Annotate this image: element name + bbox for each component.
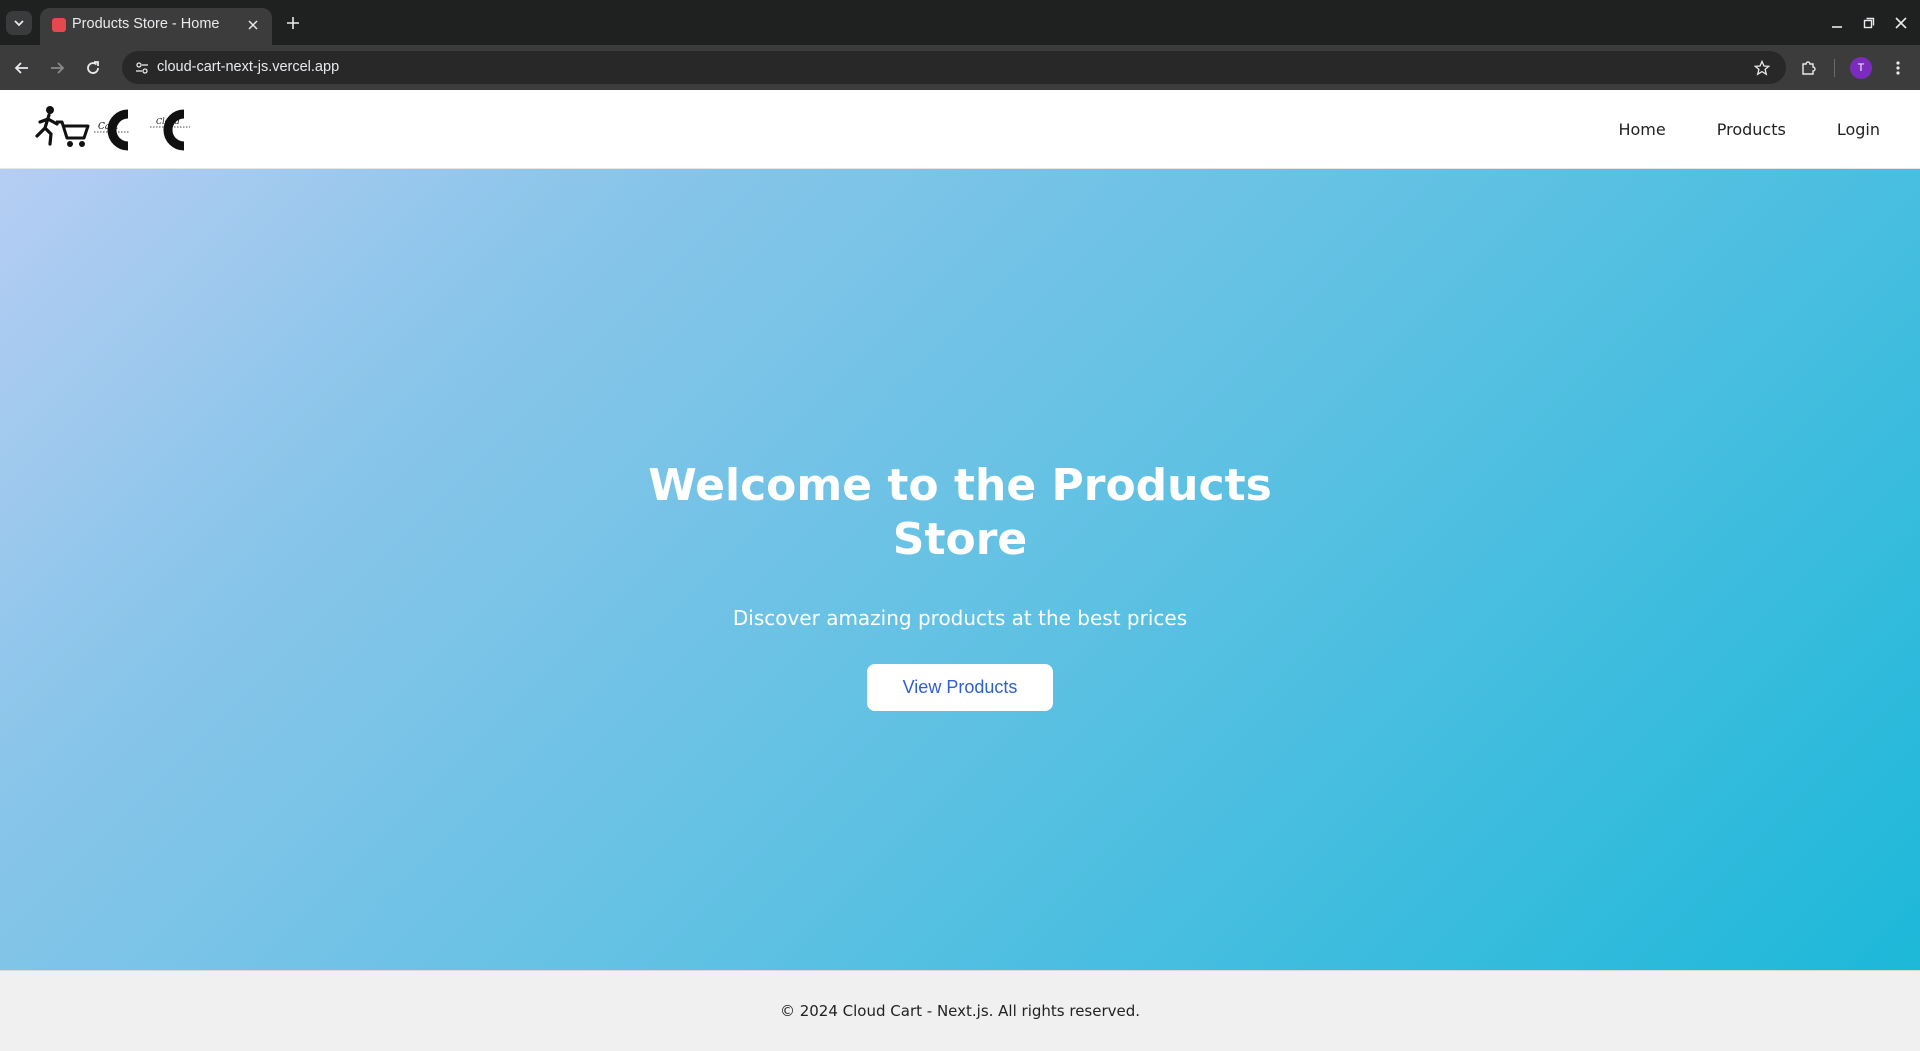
hero-title: Welcome to the Products Store <box>560 459 1360 567</box>
star-icon <box>1754 60 1770 76</box>
nav-link-login[interactable]: Login <box>1837 120 1880 139</box>
hero-title-line-1: Welcome to the Products <box>648 460 1272 511</box>
close-icon <box>248 20 258 30</box>
nav-link-products[interactable]: Products <box>1717 120 1786 139</box>
extensions-button[interactable] <box>1795 55 1821 81</box>
url-text[interactable]: cloud-cart-next-js.vercel.app <box>157 59 339 75</box>
reload-button[interactable] <box>80 55 106 81</box>
browser-toolbar: cloud-cart-next-js.vercel.app T <box>0 45 1920 90</box>
browser-tab-active[interactable]: Products Store - Home <box>40 8 272 45</box>
hero-section: Welcome to the Products Store Discover a… <box>0 169 1920 970</box>
tab-title: Products Store - Home <box>72 16 220 32</box>
main-nav: Home Products Login <box>1618 90 1920 168</box>
tab-close-button[interactable] <box>244 16 262 34</box>
forward-button[interactable] <box>44 55 70 81</box>
hero-subtitle: Discover amazing products at the best pr… <box>732 606 1188 630</box>
browser-menu-button[interactable] <box>1885 55 1911 81</box>
footer-copyright: © 2024 Cloud Cart - Next.js. All rights … <box>779 1002 1141 1020</box>
tab-favicon-icon <box>52 18 66 32</box>
site-header: Cart Cloud Home Products Login <box>0 90 1920 169</box>
site-logo[interactable]: Cart Cloud <box>32 104 192 154</box>
svg-text:Cloud: Cloud <box>156 117 180 126</box>
bookmark-button[interactable] <box>1750 56 1774 80</box>
minimize-icon <box>1832 26 1842 28</box>
profile-avatar[interactable]: T <box>1850 57 1872 79</box>
plus-icon <box>287 17 299 29</box>
close-icon <box>1895 17 1907 29</box>
tune-icon <box>136 62 148 74</box>
new-tab-button[interactable] <box>282 12 304 34</box>
toolbar-divider <box>1834 59 1835 77</box>
site-footer: © 2024 Cloud Cart - Next.js. All rights … <box>0 970 1920 1051</box>
restore-button[interactable] <box>1858 12 1880 34</box>
arrow-right-icon <box>51 62 65 74</box>
arrow-left-icon <box>14 62 28 74</box>
minimize-button[interactable] <box>1826 12 1848 34</box>
view-products-button[interactable]: View Products <box>867 664 1053 711</box>
address-bar[interactable]: cloud-cart-next-js.vercel.app <box>122 51 1786 84</box>
tab-search-button[interactable] <box>6 11 32 35</box>
cloud-cart-logo-icon: Cart Cloud <box>35 106 190 151</box>
restore-icon <box>1863 17 1875 29</box>
chevron-down-icon <box>14 20 24 27</box>
hero-title-line-2: Store <box>892 514 1028 565</box>
site-info-button[interactable] <box>130 56 154 80</box>
puzzle-icon <box>1802 61 1816 75</box>
reload-icon <box>87 61 99 74</box>
more-vertical-icon <box>1896 61 1900 75</box>
browser-tab-strip: Products Store - Home <box>0 0 1920 45</box>
back-button[interactable] <box>9 55 35 81</box>
window-close-button[interactable] <box>1890 12 1912 34</box>
nav-link-home[interactable]: Home <box>1618 120 1665 139</box>
svg-text:Cart: Cart <box>98 122 119 132</box>
